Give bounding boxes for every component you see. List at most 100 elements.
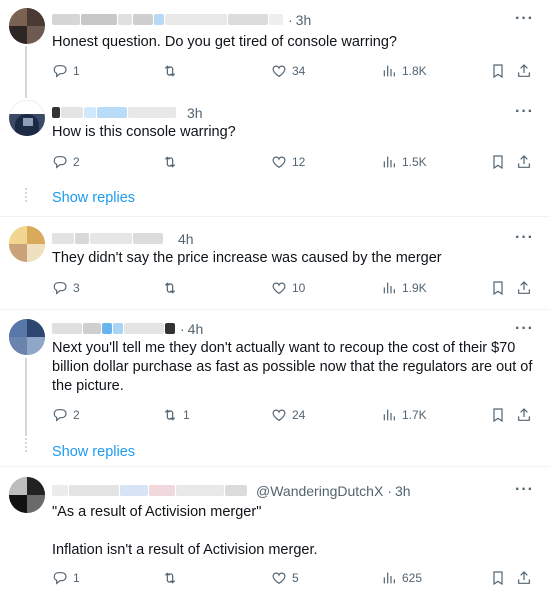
- like-icon: [271, 280, 287, 296]
- avatar[interactable]: [9, 8, 45, 44]
- tweet-4[interactable]: · 4h ··· Next you'll tell me they don't …: [0, 310, 550, 465]
- bookmark-icon: [490, 407, 506, 423]
- timestamp[interactable]: 3h: [296, 12, 312, 28]
- reply-icon: [52, 63, 68, 79]
- thread-more-indicator: [25, 188, 27, 202]
- bookmark-button[interactable]: [490, 63, 506, 79]
- retweet-count: 1: [183, 408, 190, 422]
- action-bar: 3 10 1.9K: [0, 280, 550, 300]
- views-button[interactable]: 1.7K: [381, 407, 427, 423]
- share-button[interactable]: [516, 63, 532, 79]
- reply-button[interactable]: 1: [52, 570, 80, 586]
- view-count: 1.8K: [402, 64, 427, 78]
- reply-icon: [52, 280, 68, 296]
- tweet-header: · 4h: [52, 320, 203, 338]
- author-handle[interactable]: @WanderingDutchX: [256, 483, 383, 499]
- view-count: 625: [402, 571, 423, 585]
- views-button[interactable]: 1.8K: [381, 63, 427, 79]
- tweet-header: 4h: [52, 230, 194, 248]
- views-icon: [381, 407, 397, 423]
- views-icon: [381, 63, 397, 79]
- like-count: 34: [292, 64, 306, 78]
- share-icon: [516, 63, 532, 79]
- view-count: 1.5K: [402, 155, 427, 169]
- reply-button[interactable]: 2: [52, 154, 80, 170]
- like-button[interactable]: 10: [271, 280, 305, 296]
- more-options-button[interactable]: ···: [515, 481, 534, 499]
- tweet-1[interactable]: · 3h ··· Honest question. Do you get tir…: [0, 0, 550, 98]
- like-count: 24: [292, 408, 306, 422]
- tweet-2[interactable]: 3h ··· How is this console warring? 2 12…: [0, 95, 550, 215]
- views-icon: [381, 280, 397, 296]
- avatar[interactable]: [9, 226, 45, 262]
- more-options-button[interactable]: ···: [515, 10, 534, 28]
- avatar[interactable]: [9, 319, 45, 355]
- tweet-text: They didn't say the price increase was c…: [52, 250, 442, 266]
- like-icon: [271, 154, 287, 170]
- retweet-button[interactable]: 1: [162, 407, 190, 423]
- more-options-button[interactable]: ···: [515, 320, 534, 338]
- timestamp[interactable]: 3h: [395, 483, 411, 499]
- views-icon: [381, 570, 397, 586]
- tweet-3[interactable]: 4h ··· They didn't say the price increas…: [0, 217, 550, 309]
- bookmark-button[interactable]: [490, 154, 506, 170]
- bookmark-button[interactable]: [490, 570, 506, 586]
- separator-dot: ·: [288, 12, 293, 28]
- timestamp[interactable]: 4h: [188, 321, 204, 337]
- reply-icon: [52, 154, 68, 170]
- views-button[interactable]: 625: [381, 570, 422, 586]
- share-button[interactable]: [516, 280, 532, 296]
- author-name-redacted[interactable]: [52, 231, 164, 247]
- separator-dot: ·: [387, 483, 392, 499]
- views-button[interactable]: 1.5K: [381, 154, 427, 170]
- reply-button[interactable]: 1: [52, 63, 80, 79]
- reply-button[interactable]: 3: [52, 280, 80, 296]
- more-options-button[interactable]: ···: [515, 103, 534, 121]
- tweet-header: 3h: [52, 104, 203, 122]
- more-options-button[interactable]: ···: [515, 229, 534, 247]
- action-bar: 2 1 24 1.7K: [0, 407, 550, 427]
- retweet-button[interactable]: [162, 154, 183, 170]
- reply-button[interactable]: 2: [52, 407, 80, 423]
- like-icon: [271, 63, 287, 79]
- like-button[interactable]: 12: [271, 154, 305, 170]
- thread-more-indicator: [25, 438, 27, 452]
- action-bar: 1 34 1.8K: [0, 63, 550, 83]
- share-icon: [516, 154, 532, 170]
- tweet-text: How is this console warring?: [52, 124, 236, 140]
- tweet-header: · 3h: [52, 11, 311, 29]
- author-name-redacted[interactable]: [52, 483, 248, 499]
- tweet-text-line-2: Inflation isn't a result of Activision m…: [52, 542, 318, 558]
- author-name-redacted[interactable]: [52, 321, 176, 337]
- views-button[interactable]: 1.9K: [381, 280, 427, 296]
- bookmark-button[interactable]: [490, 280, 506, 296]
- author-name-redacted[interactable]: [52, 105, 177, 121]
- action-bar: 1 5 625: [0, 570, 550, 590]
- author-name-redacted[interactable]: [52, 12, 284, 28]
- like-button[interactable]: 5: [271, 570, 299, 586]
- bookmark-button[interactable]: [490, 407, 506, 423]
- view-count: 1.9K: [402, 281, 427, 295]
- retweet-icon: [162, 280, 178, 296]
- avatar[interactable]: [9, 477, 45, 513]
- share-button[interactable]: [516, 570, 532, 586]
- show-replies-link[interactable]: Show replies: [52, 444, 135, 460]
- reply-count: 2: [73, 155, 80, 169]
- reply-icon: [52, 570, 68, 586]
- retweet-button[interactable]: [162, 63, 183, 79]
- reply-count: 2: [73, 408, 80, 422]
- retweet-button[interactable]: [162, 280, 183, 296]
- retweet-button[interactable]: [162, 570, 183, 586]
- reply-count: 1: [73, 64, 80, 78]
- timestamp[interactable]: 4h: [178, 231, 194, 247]
- like-button[interactable]: 24: [271, 407, 305, 423]
- show-replies-link[interactable]: Show replies: [52, 190, 135, 206]
- timestamp[interactable]: 3h: [187, 105, 203, 121]
- tweet-5[interactable]: @WanderingDutchX · 3h ··· "As a result o…: [0, 467, 550, 606]
- share-button[interactable]: [516, 154, 532, 170]
- share-button[interactable]: [516, 407, 532, 423]
- like-button[interactable]: 34: [271, 63, 305, 79]
- retweet-icon: [162, 63, 178, 79]
- like-icon: [271, 570, 287, 586]
- avatar[interactable]: [9, 100, 45, 136]
